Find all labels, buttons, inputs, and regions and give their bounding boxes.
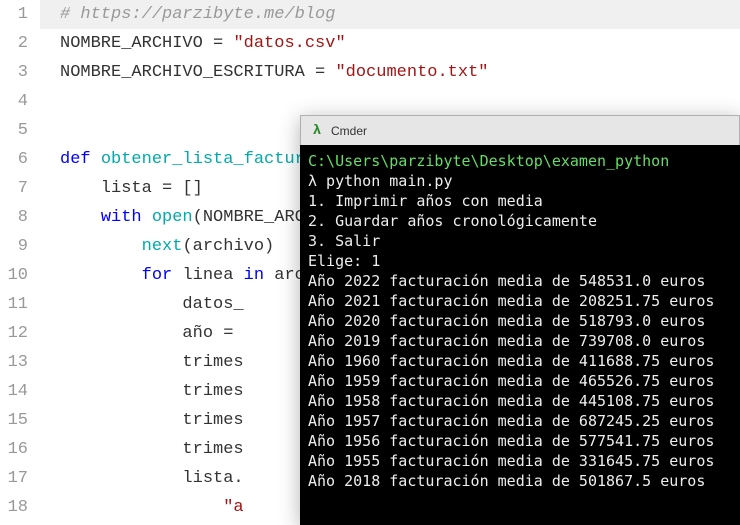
terminal-line: 3. Salir — [308, 231, 732, 251]
line-number: 5 — [0, 116, 28, 145]
code-token: "documento.txt" — [335, 63, 488, 82]
code-token: datos_ — [60, 295, 244, 314]
code-token: in — [244, 266, 264, 285]
code-token: = — [315, 63, 335, 82]
terminal-line: Año 1958 facturación media de 445108.75 … — [308, 391, 732, 411]
terminal-line: C:\Users\parzibyte\Desktop\examen_python — [308, 151, 732, 171]
code-token: next — [142, 237, 183, 256]
terminal-line: 2. Guardar años cronológicamente — [308, 211, 732, 231]
line-number: 16 — [0, 435, 28, 464]
terminal-titlebar[interactable]: λ Cmder — [300, 115, 740, 145]
line-number: 11 — [0, 290, 28, 319]
line-number: 14 — [0, 377, 28, 406]
terminal-title: Cmder — [331, 124, 367, 138]
code-line[interactable]: NOMBRE_ARCHIVO = "datos.csv" — [40, 29, 740, 58]
line-number: 2 — [0, 29, 28, 58]
terminal-line: Año 1959 facturación media de 465526.75 … — [308, 371, 732, 391]
code-token — [60, 237, 142, 256]
lambda-icon: λ — [309, 123, 325, 139]
code-token — [60, 266, 142, 285]
line-number: 1 — [0, 0, 28, 29]
code-token: = — [223, 324, 233, 343]
line-number: 10 — [0, 261, 28, 290]
code-token: def — [60, 150, 101, 169]
code-token: año — [60, 324, 223, 343]
code-token: "datos.csv" — [233, 34, 345, 53]
code-line[interactable] — [40, 87, 740, 116]
code-token: = — [162, 179, 172, 198]
code-token: with — [101, 208, 152, 227]
code-token: trimes — [60, 440, 244, 459]
code-token: for — [142, 266, 183, 285]
terminal-line: Año 1956 facturación media de 577541.75 … — [308, 431, 732, 451]
code-token: [] — [172, 179, 203, 198]
terminal-line: Año 2018 facturación media de 501867.5 e… — [308, 471, 732, 491]
code-token: trimes — [60, 382, 244, 401]
terminal-line: Año 1957 facturación media de 687245.25 … — [308, 411, 732, 431]
terminal-line: Año 1955 facturación media de 331645.75 … — [308, 451, 732, 471]
code-token: "a — [223, 498, 243, 517]
line-number: 9 — [0, 232, 28, 261]
code-line[interactable]: # https://parzibyte.me/blog — [40, 0, 740, 29]
code-token: open — [152, 208, 193, 227]
terminal-body[interactable]: C:\Users\parzibyte\Desktop\examen_python… — [300, 145, 740, 525]
line-number: 13 — [0, 348, 28, 377]
code-token: lista — [60, 179, 162, 198]
terminal-line: Año 2019 facturación media de 739708.0 e… — [308, 331, 732, 351]
line-number: 4 — [0, 87, 28, 116]
code-token — [60, 498, 223, 517]
line-number: 7 — [0, 174, 28, 203]
line-number: 17 — [0, 464, 28, 493]
code-token: NOMBRE_ARCHIVO_ESCRITURA — [60, 63, 315, 82]
code-token: linea — [182, 266, 243, 285]
code-token: (archivo) — [182, 237, 274, 256]
line-number: 6 — [0, 145, 28, 174]
terminal-line: Año 2021 facturación media de 208251.75 … — [308, 291, 732, 311]
code-token: lista. — [60, 469, 244, 488]
line-number-gutter: 123456789101112131415161718 — [0, 0, 40, 525]
line-number: 15 — [0, 406, 28, 435]
terminal-line: Año 1960 facturación media de 411688.75 … — [308, 351, 732, 371]
code-token: trimes — [60, 353, 244, 372]
terminal-line: Año 2022 facturación media de 548531.0 e… — [308, 271, 732, 291]
code-token: = — [213, 34, 233, 53]
code-token: # https://parzibyte.me/blog — [60, 5, 335, 24]
line-number: 18 — [0, 493, 28, 522]
terminal-line: Año 2020 facturación media de 518793.0 e… — [308, 311, 732, 331]
terminal-line: λ python main.py — [308, 171, 732, 191]
line-number: 12 — [0, 319, 28, 348]
code-token: NOMBRE_ARCHIVO — [60, 34, 213, 53]
code-token — [60, 208, 101, 227]
code-token: trimes — [60, 411, 244, 430]
line-number: 3 — [0, 58, 28, 87]
terminal-line: 1. Imprimir años con media — [308, 191, 732, 211]
code-line[interactable]: NOMBRE_ARCHIVO_ESCRITURA = "documento.tx… — [40, 58, 740, 87]
line-number: 8 — [0, 203, 28, 232]
terminal-line: Elige: 1 — [308, 251, 732, 271]
terminal-window[interactable]: λ Cmder C:\Users\parzibyte\Desktop\exame… — [300, 115, 740, 525]
